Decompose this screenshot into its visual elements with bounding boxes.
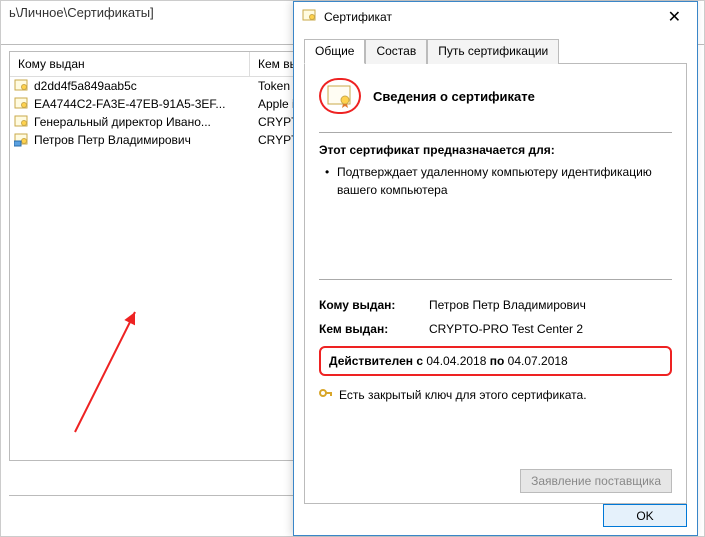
field-value: CRYPTO-PRO Test Center 2 xyxy=(429,322,672,336)
divider xyxy=(319,132,672,133)
key-icon xyxy=(319,386,333,403)
purpose-title: Этот сертификат предназначается для: xyxy=(319,143,672,157)
dialog-footer: OK xyxy=(603,504,687,527)
dialog-titlebar: Сертификат ✕ xyxy=(294,2,697,32)
certificate-heading: Сведения о сертификате xyxy=(319,78,672,114)
field-issued-to: Кому выдан: Петров Петр Владимирович xyxy=(319,298,672,312)
certificate-heading-text: Сведения о сертификате xyxy=(373,89,535,104)
certificate-icon xyxy=(14,97,30,111)
annotation-arrow xyxy=(65,302,185,442)
tab-general[interactable]: Общие xyxy=(304,39,365,64)
supplier-statement-button[interactable]: Заявление поставщика xyxy=(520,469,672,493)
cell-issued-to: Петров Петр Владимирович xyxy=(34,133,250,147)
cell-issued-to: Генеральный директор Ивано... xyxy=(34,115,250,129)
validity-from: 04.04.2018 xyxy=(426,354,486,368)
field-label: Кому выдан: xyxy=(319,298,429,312)
validity-mid: по xyxy=(486,354,507,368)
validity-to: 04.07.2018 xyxy=(508,354,568,368)
certificate-dialog: Сертификат ✕ Общие Состав Путь сертифика… xyxy=(293,1,698,536)
private-key-text: Есть закрытый ключ для этого сертификата… xyxy=(339,388,587,402)
purpose-item: Подтверждает удаленному компьютеру идент… xyxy=(319,163,672,199)
ok-button[interactable]: OK xyxy=(603,504,687,527)
certificate-icon xyxy=(14,79,30,93)
cell-issued-to: d2dd4f5a849aab5c xyxy=(34,79,250,93)
validity-prefix: Действителен с xyxy=(329,354,426,368)
tab-details[interactable]: Состав xyxy=(365,39,427,64)
divider xyxy=(319,279,672,280)
certificate-icon xyxy=(14,115,30,129)
tab-path[interactable]: Путь сертификации xyxy=(427,39,559,64)
close-button[interactable]: ✕ xyxy=(660,5,689,29)
certificate-large-icon xyxy=(319,78,361,114)
field-value: Петров Петр Владимирович xyxy=(429,298,672,312)
private-key-note: Есть закрытый ключ для этого сертификата… xyxy=(319,386,672,403)
dialog-title: Сертификат xyxy=(324,10,392,24)
tab-content-general: Сведения о сертификате Этот сертификат п… xyxy=(304,64,687,504)
field-label: Кем выдан: xyxy=(319,322,429,336)
cell-issued-to: EA4744C2-FA3E-47EB-91A5-3EF... xyxy=(34,97,250,111)
validity-period: Действителен с 04.04.2018 по 04.07.2018 xyxy=(319,346,672,376)
certificate-icon xyxy=(302,9,318,26)
column-header-issued-to[interactable]: Кому выдан xyxy=(10,52,250,76)
tab-bar: Общие Состав Путь сертификации xyxy=(304,38,687,64)
field-issued-by: Кем выдан: CRYPTO-PRO Test Center 2 xyxy=(319,322,672,336)
certificate-key-icon xyxy=(14,133,30,147)
